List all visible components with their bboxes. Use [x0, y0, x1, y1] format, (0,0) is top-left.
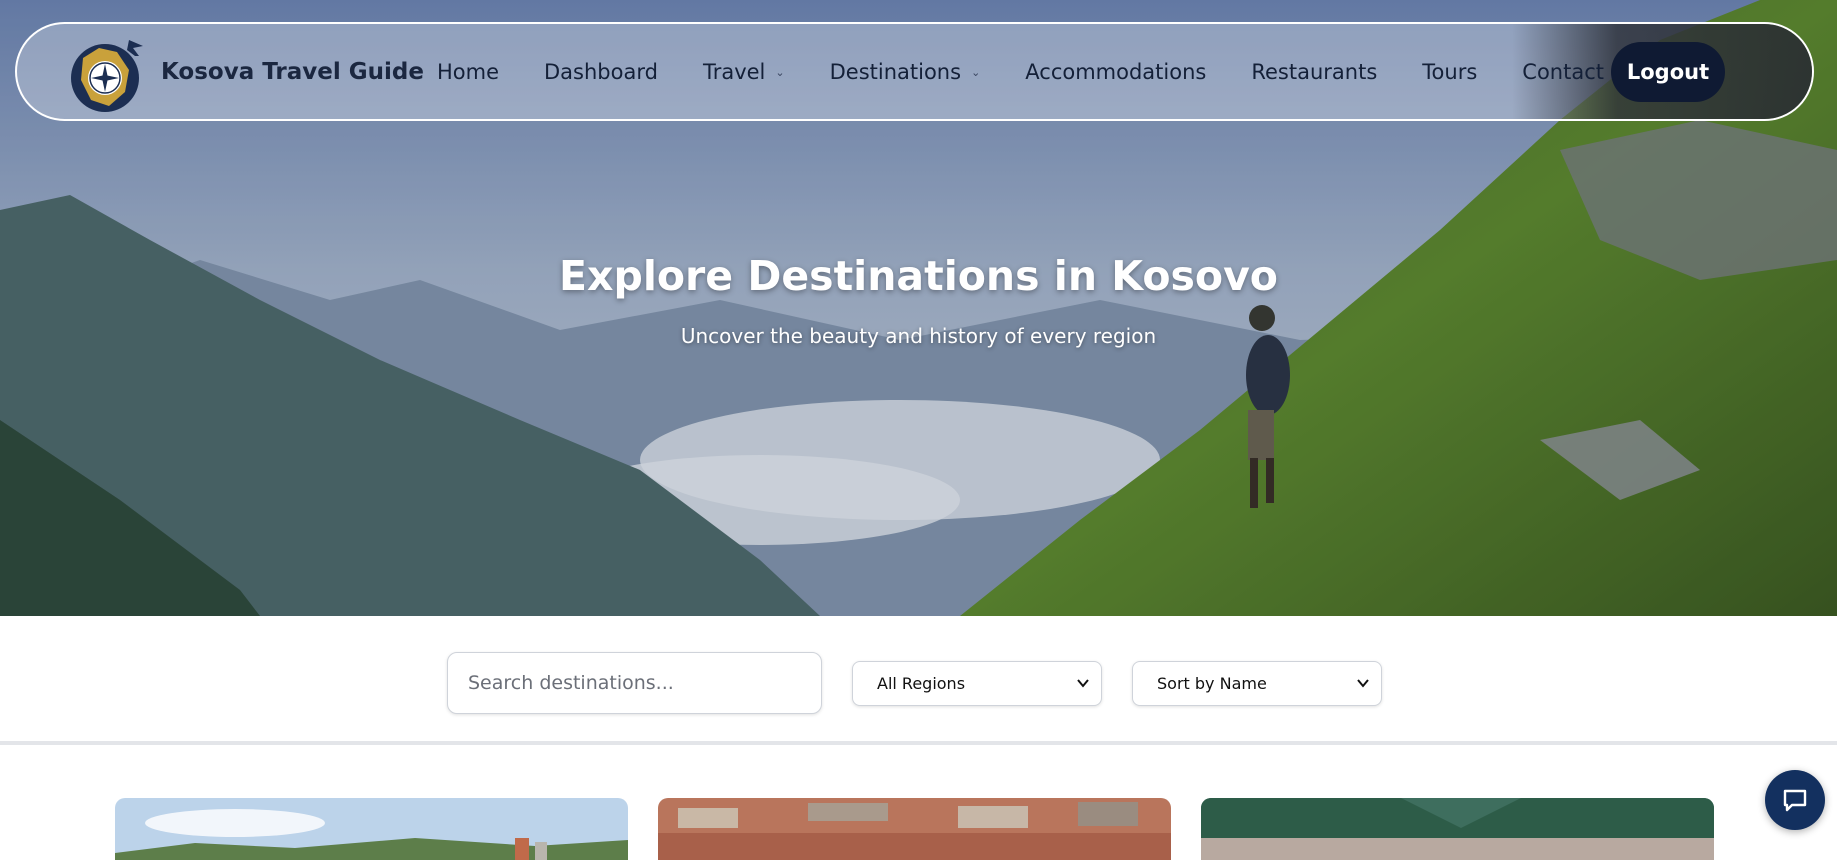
sort-select[interactable]: Sort by Name	[1132, 661, 1382, 706]
filter-bar: All Regions Sort by Name	[0, 616, 1837, 745]
main-menu: Home Dashboard Travel ⌄ Destinations ⌄ Acc…	[437, 60, 1649, 84]
destination-card[interactable]	[115, 798, 628, 860]
nav-item-travel[interactable]: Travel ⌄	[703, 60, 785, 84]
nav-item-dashboard[interactable]: Dashboard	[544, 60, 658, 84]
nav-item-restaurants[interactable]: Restaurants	[1251, 60, 1377, 84]
destination-card[interactable]	[1201, 798, 1714, 860]
destination-card-image	[115, 798, 628, 860]
nav-item-tours[interactable]: Tours	[1422, 60, 1477, 84]
brand-name[interactable]: Kosova Travel Guide	[161, 59, 424, 85]
nav-item-label: Contact	[1522, 60, 1604, 84]
nav-item-home[interactable]: Home	[437, 60, 499, 84]
hero-subtitle: Uncover the beauty and history of every …	[680, 324, 1157, 348]
nav-item-label: Dashboard	[544, 60, 658, 84]
destination-card-image	[658, 798, 1171, 860]
logout-button[interactable]: Logout	[1611, 42, 1725, 102]
chevron-down-icon	[1077, 679, 1089, 688]
chevron-down-icon	[1357, 679, 1369, 688]
compass-logo-icon[interactable]	[69, 34, 149, 114]
search-input[interactable]	[447, 652, 822, 714]
nav-item-label: Tours	[1422, 60, 1478, 84]
nav-item-label: Restaurants	[1251, 60, 1378, 84]
destination-card-image	[1201, 798, 1714, 860]
region-select[interactable]: All Regions	[852, 661, 1102, 706]
sort-select-value: Sort by Name	[1157, 674, 1267, 693]
nav-item-label: Destinations	[829, 60, 962, 84]
chat-button[interactable]	[1765, 770, 1825, 830]
destination-card[interactable]	[658, 798, 1171, 860]
top-navigation-bar: Kosova Travel Guide Home Dashboard Trave…	[15, 22, 1814, 121]
hero-title: Explore Destinations in Kosovo	[559, 252, 1278, 300]
chevron-down-icon: ⌄	[775, 65, 785, 79]
nav-item-label: Travel	[702, 60, 766, 84]
nav-item-destinations[interactable]: Destinations ⌄	[830, 60, 981, 84]
nav-item-contact[interactable]: Contact	[1522, 60, 1604, 84]
nav-item-accommodations[interactable]: Accommodations	[1025, 60, 1206, 84]
region-select-value: All Regions	[877, 674, 966, 693]
chevron-down-icon: ⌄	[971, 65, 981, 79]
nav-item-label: Accommodations	[1025, 60, 1207, 84]
chat-icon	[1783, 789, 1807, 812]
nav-item-label: Home	[437, 60, 500, 84]
